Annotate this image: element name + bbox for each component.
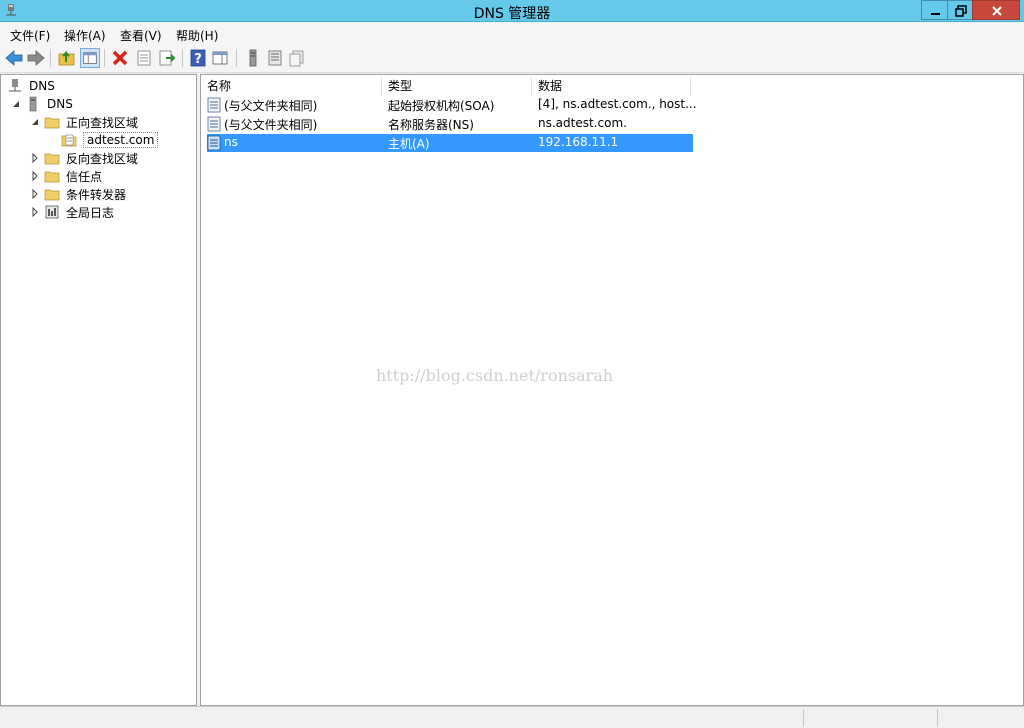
record-icon bbox=[207, 135, 221, 151]
tree-label: DNS bbox=[29, 79, 55, 93]
folder-icon bbox=[44, 189, 60, 201]
cell-data: 192.168.11.1 bbox=[538, 135, 619, 149]
folder-icon bbox=[44, 117, 60, 129]
tree-item-forward-zones[interactable]: 正向查找区域 bbox=[30, 113, 138, 131]
status-bar bbox=[0, 706, 1024, 728]
forward-arrow-icon[interactable] bbox=[26, 48, 46, 68]
tree-label: 全局日志 bbox=[66, 205, 115, 220]
console-tree: DNS DNS 正向查找区域 adtest.com 反向查找区域 信任点 条件转… bbox=[0, 74, 197, 706]
cell-name: (与父文件夹相同) bbox=[224, 118, 318, 132]
event-log-icon bbox=[45, 205, 59, 219]
svg-text:?: ? bbox=[194, 52, 202, 67]
delete-icon[interactable] bbox=[110, 48, 130, 68]
menu-help[interactable]: 帮助(H) bbox=[176, 27, 218, 44]
server-icon bbox=[29, 96, 37, 112]
tree-label: adtest.com bbox=[83, 132, 159, 148]
properties-icon[interactable] bbox=[134, 48, 154, 68]
watermark-text: http://blog.csdn.net/ronsarah bbox=[376, 366, 614, 385]
tree-item-dns-root[interactable]: DNS bbox=[7, 77, 55, 95]
collapse-arrow-icon[interactable] bbox=[11, 99, 21, 109]
cell-name: ns bbox=[224, 135, 238, 149]
cell-type: 起始授权机构(SOA) bbox=[388, 99, 495, 113]
record-icon bbox=[207, 97, 221, 113]
tree-label: 信任点 bbox=[66, 169, 103, 184]
cell-data: [4], ns.adtest.com., host... bbox=[538, 97, 697, 111]
minimize-button[interactable] bbox=[921, 0, 948, 20]
cell-data: ns.adtest.com. bbox=[538, 116, 627, 130]
window-title: DNS 管理器 bbox=[473, 6, 551, 22]
up-folder-icon[interactable] bbox=[57, 48, 77, 68]
collapse-arrow-icon[interactable] bbox=[30, 117, 40, 127]
tree-item-conditional-forwarders[interactable]: 条件转发器 bbox=[30, 185, 126, 203]
menu-file[interactable]: 文件(F) bbox=[10, 27, 50, 44]
help-icon[interactable]: ? bbox=[188, 48, 208, 68]
show-hide-action-pane-icon[interactable] bbox=[210, 48, 230, 68]
tree-item-trust-points[interactable]: 信任点 bbox=[30, 167, 102, 185]
copy-records-icon[interactable] bbox=[287, 48, 307, 68]
table-row-selected[interactable]: ns 主机(A) 192.168.11.1 bbox=[207, 134, 693, 152]
record-icon bbox=[207, 116, 221, 132]
tree-label: DNS bbox=[47, 97, 73, 111]
menu-view[interactable]: 查看(V) bbox=[120, 27, 162, 44]
records-list: 名称 类型 数据 (与父文件夹相同) 起始授权机构(SOA) [4], ns.a… bbox=[200, 74, 1024, 706]
table-row[interactable]: (与父文件夹相同) 名称服务器(NS) ns.adtest.com. bbox=[207, 115, 693, 133]
server-icon[interactable] bbox=[243, 48, 263, 68]
expand-arrow-icon[interactable] bbox=[30, 207, 40, 217]
column-header-name[interactable]: 名称 bbox=[201, 77, 382, 95]
expand-arrow-icon[interactable] bbox=[30, 189, 40, 199]
minimize-icon bbox=[931, 13, 940, 15]
tree-item-dns-server[interactable]: DNS bbox=[11, 95, 73, 113]
cell-type: 主机(A) bbox=[388, 137, 430, 151]
title-bar: DNS 管理器 bbox=[0, 0, 1024, 22]
table-row[interactable]: (与父文件夹相同) 起始授权机构(SOA) [4], ns.adtest.com… bbox=[207, 96, 697, 114]
expand-arrow-icon[interactable] bbox=[30, 171, 40, 181]
zone-icon bbox=[61, 134, 77, 147]
tree-item-reverse-zones[interactable]: 反向查找区域 bbox=[30, 149, 138, 167]
tree-label: 反向查找区域 bbox=[66, 151, 139, 166]
tree-item-global-logs[interactable]: 全局日志 bbox=[30, 203, 114, 221]
export-list-icon[interactable] bbox=[157, 48, 177, 68]
restore-button[interactable] bbox=[947, 0, 973, 20]
close-icon bbox=[992, 6, 1002, 16]
status-segment bbox=[803, 709, 937, 727]
record-list-icon[interactable] bbox=[265, 48, 285, 68]
folder-icon bbox=[44, 171, 60, 183]
cell-name: (与父文件夹相同) bbox=[224, 99, 318, 113]
tree-label: 条件转发器 bbox=[66, 187, 127, 202]
menu-bar: 文件(F) 操作(A) 查看(V) 帮助(H) bbox=[0, 23, 1024, 45]
status-segment bbox=[937, 709, 1024, 727]
show-hide-tree-icon[interactable] bbox=[80, 48, 100, 68]
column-header-type[interactable]: 类型 bbox=[382, 77, 532, 95]
expand-arrow-icon[interactable] bbox=[30, 153, 40, 163]
toolbar: ? bbox=[0, 45, 1024, 73]
cell-type: 名称服务器(NS) bbox=[388, 118, 474, 132]
restore-icon bbox=[955, 5, 967, 17]
dns-root-icon bbox=[9, 79, 21, 92]
back-arrow-icon[interactable] bbox=[4, 48, 24, 68]
folder-icon bbox=[44, 153, 60, 165]
column-header-data[interactable]: 数据 bbox=[532, 77, 691, 95]
menu-action[interactable]: 操作(A) bbox=[64, 27, 106, 44]
tree-item-zone-adtest[interactable]: adtest.com bbox=[61, 131, 159, 149]
tree-label: 正向查找区域 bbox=[66, 115, 139, 130]
close-button[interactable] bbox=[972, 0, 1020, 20]
